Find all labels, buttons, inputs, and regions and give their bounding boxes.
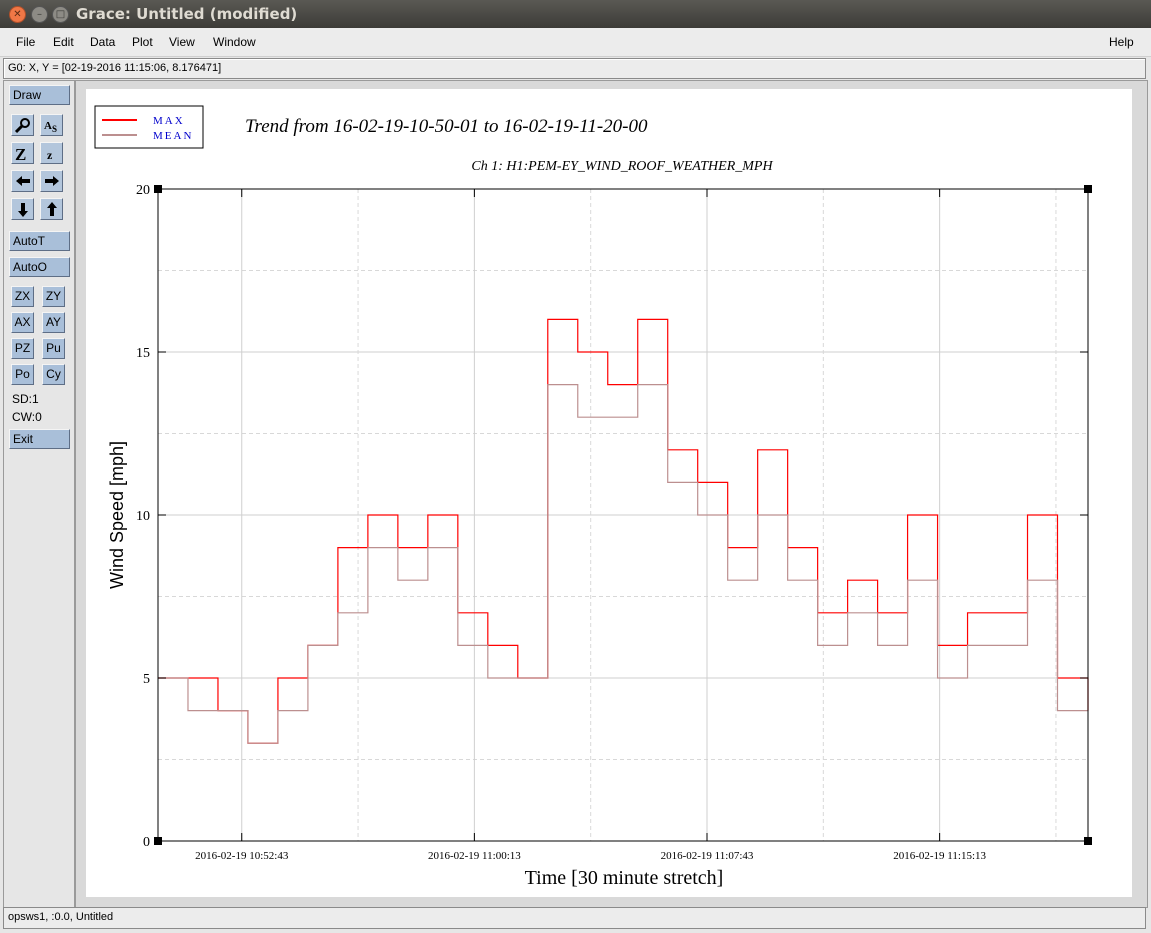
zx-button[interactable]: ZX [11,286,34,307]
menu-edit[interactable]: Edit [53,35,74,49]
legend-label-mean: MEAN [153,130,193,142]
exit-button[interactable]: Exit [9,429,70,449]
cw-label: CW:0 [12,410,42,424]
y-axis-label: Wind Speed [mph] [107,441,127,589]
menu-plot[interactable]: Plot [132,35,153,49]
chart-subtitle: Ch 1: H1:PEM-EY_WIND_ROOF_WEATHER_MPH [471,159,773,174]
coordinate-readout: G0: X, Y = [02-19-2016 11:15:06, 8.17647… [3,58,1146,79]
y-tick-label: 5 [143,672,150,687]
window-title: Grace: Untitled (modified) [76,5,298,23]
y-tick-label: 10 [136,509,150,524]
menu-data[interactable]: Data [90,35,115,49]
svg-text:z: z [47,148,53,162]
maximize-icon[interactable]: □ [52,6,69,23]
menu-file[interactable]: File [16,35,35,49]
svg-text:Z: Z [15,145,26,162]
arrow-right-icon[interactable] [40,170,63,192]
x-tick-label: 2016-02-19 10:52:43 [195,850,289,862]
svg-text:S: S [52,124,57,134]
legend-label-max: MAX [153,115,185,127]
autot-button[interactable]: AutoT [9,231,70,251]
x-tick-label: 2016-02-19 11:00:13 [428,850,521,862]
x-tick-label: 2016-02-19 11:07:43 [661,850,754,862]
menu-window[interactable]: Window [213,35,256,49]
zoom-icon[interactable] [11,114,34,136]
pz-button[interactable]: PZ [11,338,34,359]
plot-canvas[interactable]: 0 5 10 15 20 2016-02-19 10:52:43 2016-02-19 11… [76,81,1147,907]
arrow-left-icon[interactable] [11,170,34,192]
close-icon[interactable]: ✕ [9,6,26,23]
y-tick-label: 15 [136,346,150,361]
ax-button[interactable]: AX [11,312,34,333]
pu-button[interactable]: Pu [42,338,65,359]
zoom-in-z-icon[interactable]: Z [11,142,34,164]
y-tick-label: 0 [143,835,150,850]
minimize-icon[interactable]: – [31,6,48,23]
y-tick-label: 20 [136,183,150,198]
zy-button[interactable]: ZY [42,286,65,307]
cy-button[interactable]: Cy [42,364,65,385]
zoom-out-z-icon[interactable]: z [40,142,63,164]
x-axis-label: Time [30 minute stretch] [525,867,724,889]
draw-button[interactable]: Draw [9,85,70,105]
tool-panel: Draw AS Z z AutoT AutoO ZX ZY AX AY PZ P… [3,80,75,908]
title-bar: ✕ – □ Grace: Untitled (modified) [0,0,1151,28]
svg-text:A: A [44,120,52,132]
x-tick-label: 2016-02-19 11:15:13 [893,850,986,862]
autoo-button[interactable]: AutoO [9,257,70,277]
menu-view[interactable]: View [169,35,195,49]
menu-help[interactable]: Help [1109,35,1134,49]
status-text: opsws1, :0.0, Untitled [8,911,114,923]
arrow-down-icon[interactable] [11,198,34,220]
autoscale-text-icon[interactable]: AS [40,114,63,136]
ay-button[interactable]: AY [42,312,65,333]
po-button[interactable]: Po [11,364,34,385]
sd-label: SD:1 [12,392,39,406]
menu-bar: File Edit Data Plot View Window Help [0,28,1151,57]
status-bar: opsws1, :0.0, Untitled [3,907,1146,929]
chart-title: Trend from 16-02-19-10-50-01 to 16-02-19… [245,116,648,137]
arrow-up-icon[interactable] [40,198,63,220]
plot-canvas-frame: 0 5 10 15 20 2016-02-19 10:52:43 2016-02-19 11… [75,80,1148,908]
coordinate-text: G0: X, Y = [02-19-2016 11:15:06, 8.17647… [8,62,222,74]
